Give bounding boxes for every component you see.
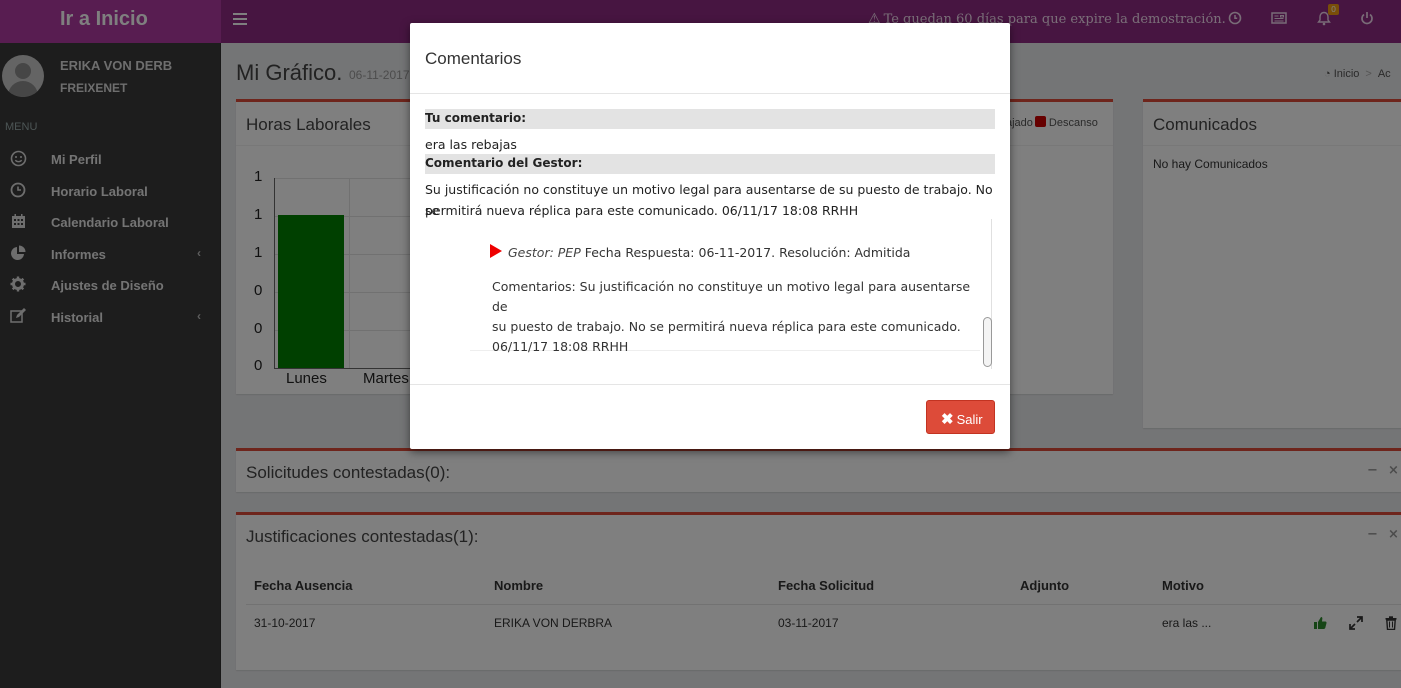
comentario-gestor-line-2: permitirá nueva réplica para este comuni… [425,203,859,218]
response-comentarios-line: 06/11/17 18:08 RRHH [492,339,629,354]
modal-title: Comentarios [425,49,522,68]
play-icon [490,244,502,258]
tu-comentario-text: era las rebajas [425,137,517,152]
response-scroll-panel[interactable]: Gestor: PEP Fecha Respuesta: 06-11-2017.… [470,219,992,369]
scrollbar-thumb[interactable] [983,317,992,367]
response-gestor: Gestor: PEP [508,245,581,260]
salir-button[interactable]: ✖ Salir [926,400,995,434]
comentarios-modal: Comentarios Tu comentario: era las rebaj… [410,23,1010,449]
comentario-gestor-label: Comentario del Gestor: [425,154,995,174]
response-comentarios: Comentarios: Su justificación no constit… [492,277,972,357]
response-comentarios-line: su puesto de trabajo. No se permitirá nu… [492,319,961,334]
response-item: Gestor: PEP Fecha Respuesta: 06-11-2017.… [470,219,980,354]
salir-label: Salir [956,412,983,427]
tu-comentario-label: Tu comentario: [425,109,995,129]
response-comentarios-line: Comentarios: Su justificación no constit… [492,279,971,314]
response-header: Gestor: PEP Fecha Respuesta: 06-11-2017.… [508,245,910,260]
response-fecha: Fecha Respuesta: 06-11-2017. Resolución:… [584,245,911,260]
close-icon: ✖ [941,411,954,428]
